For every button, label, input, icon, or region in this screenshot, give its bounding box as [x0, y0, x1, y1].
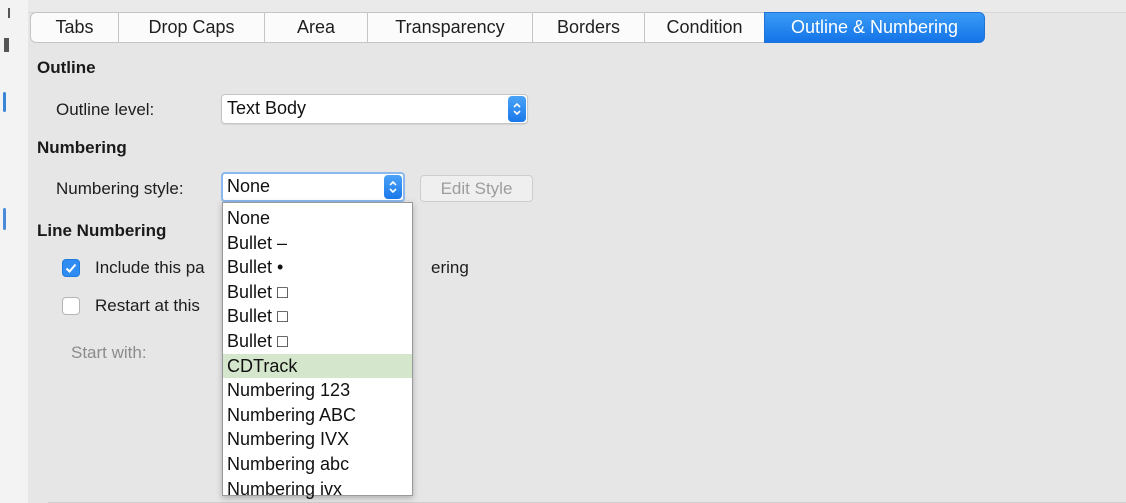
- tab-transparency[interactable]: Transparency: [367, 12, 532, 43]
- outline-level-select[interactable]: Text Body: [221, 94, 528, 124]
- numbering-style-select[interactable]: None: [221, 172, 405, 202]
- tab-tabs[interactable]: Tabs: [30, 12, 118, 43]
- tab-outline-numbering[interactable]: Outline & Numbering: [764, 12, 985, 43]
- start-with-label: Start with:: [71, 343, 147, 362]
- tab-drop-caps[interactable]: Drop Caps: [118, 12, 264, 43]
- dropdown-option[interactable]: Bullet □: [223, 280, 412, 305]
- dropdown-option[interactable]: None: [223, 206, 412, 231]
- include-line-numbering-label: Include this pa: [95, 258, 205, 277]
- dropdown-option[interactable]: Numbering ABC: [223, 403, 412, 428]
- edit-style-button[interactable]: Edit Style: [420, 175, 533, 202]
- dropdown-option[interactable]: Bullet –: [223, 231, 412, 256]
- numbering-style-value: None: [227, 176, 271, 196]
- checkmark-icon: [65, 263, 77, 273]
- numbering-heading: Numbering: [37, 138, 127, 157]
- numbering-style-dropdown[interactable]: None Bullet – Bullet • Bullet □ Bullet □…: [222, 202, 413, 499]
- dropdown-option[interactable]: Bullet •: [223, 255, 412, 280]
- dropdown-option[interactable]: Numbering 123: [223, 378, 412, 403]
- restart-numbering-label: Restart at this: [95, 296, 200, 315]
- dropdown-option[interactable]: Bullet □: [223, 304, 412, 329]
- outline-level-label: Outline level:: [56, 100, 155, 119]
- edge-mark: [8, 8, 10, 18]
- left-edge-strip: [0, 0, 28, 503]
- outline-level-value: Text Body: [227, 98, 307, 118]
- outline-heading: Outline: [37, 58, 96, 77]
- tab-area[interactable]: Area: [264, 12, 367, 43]
- include-line-numbering-label-tail: ering: [431, 258, 469, 277]
- dropdown-option[interactable]: Numbering IVX: [223, 427, 412, 452]
- dropdown-option[interactable]: Numbering ivx: [223, 477, 412, 502]
- line-numbering-heading: Line Numbering: [37, 221, 167, 240]
- edge-accent: [3, 208, 6, 230]
- tab-borders[interactable]: Borders: [532, 12, 644, 43]
- edge-mark: [4, 38, 9, 52]
- include-line-numbering-checkbox[interactable]: [62, 259, 80, 277]
- dropdown-option[interactable]: Bullet □: [223, 329, 412, 354]
- dropdown-option[interactable]: Numbering abc: [223, 452, 412, 477]
- up-down-chevron-icon: [384, 175, 402, 199]
- tab-bar: Tabs Drop Caps Area Transparency Borders…: [30, 12, 985, 43]
- dropdown-option-highlighted[interactable]: CDTrack: [223, 353, 412, 379]
- tab-condition[interactable]: Condition: [644, 12, 764, 43]
- edge-accent: [3, 92, 6, 112]
- paragraph-style-dialog: Tabs Drop Caps Area Transparency Borders…: [28, 0, 1126, 503]
- numbering-style-label: Numbering style:: [56, 179, 184, 198]
- up-down-chevron-icon: [508, 96, 526, 122]
- restart-numbering-checkbox[interactable]: [62, 297, 80, 315]
